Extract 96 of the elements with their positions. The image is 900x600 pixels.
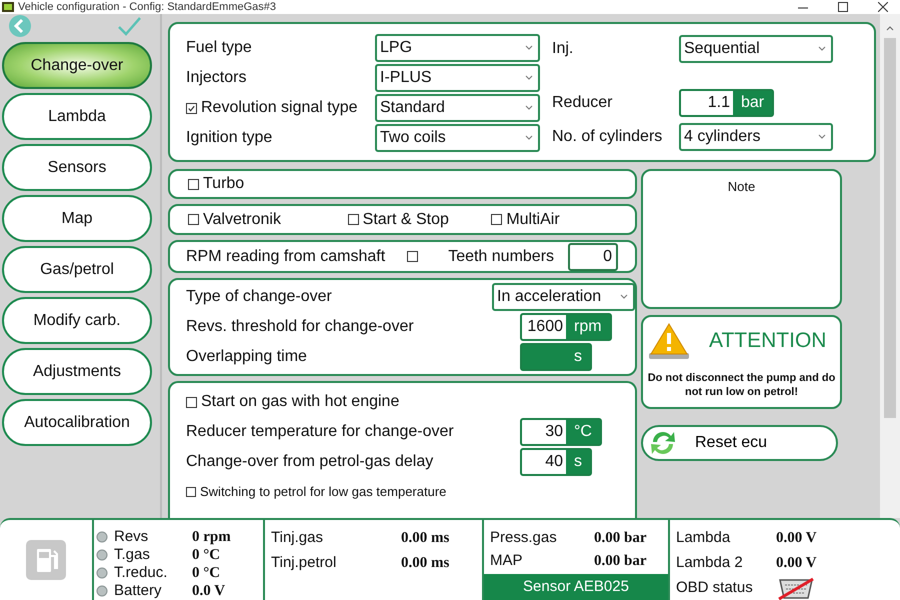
checkbox[interactable] bbox=[188, 178, 199, 190]
status-value: 0.0 V bbox=[192, 582, 226, 600]
number-field[interactable]: 0 bbox=[568, 242, 618, 270]
dropdown[interactable]: LPG bbox=[375, 34, 540, 62]
chevron-down-icon bbox=[817, 134, 827, 140]
reset-button[interactable]: Reset ecu bbox=[641, 425, 838, 461]
status-value: 0 °C bbox=[192, 546, 220, 565]
field-label: No. of cylinders bbox=[552, 127, 664, 147]
status-value: 0 °C bbox=[192, 564, 220, 583]
status-label: T.gas bbox=[114, 544, 151, 565]
field-label: Inj. bbox=[552, 39, 574, 59]
status-value: 0 rpm bbox=[192, 528, 231, 547]
sidebar-tab[interactable]: Map bbox=[2, 195, 152, 242]
chevron-down-icon bbox=[619, 294, 629, 300]
status-led-icon bbox=[96, 585, 108, 597]
dropdown[interactable]: I-PLUS bbox=[375, 64, 540, 92]
chevron-down-icon bbox=[524, 105, 534, 111]
number-field[interactable]: 1.1 bar bbox=[679, 89, 774, 117]
checkbox[interactable] bbox=[186, 487, 196, 497]
status-led-icon bbox=[96, 567, 108, 579]
dropdown[interactable]: In acceleration bbox=[492, 283, 635, 311]
attention-title: ATTENTION bbox=[709, 328, 826, 354]
sidebar-tab[interactable]: Gas/petrol bbox=[2, 246, 152, 293]
field-label: Reducer temperature for change-over bbox=[186, 422, 455, 442]
attention-message: Do not disconnect the pump and do not run low on petrol! bbox=[647, 371, 836, 400]
field-label: Change-over from petrol-gas delay bbox=[186, 452, 434, 472]
note-title: Note bbox=[726, 178, 756, 196]
field-label: Teeth numbers bbox=[448, 246, 554, 266]
field-label: Revs. threshold for change-over bbox=[186, 317, 415, 337]
status-label: OBD status bbox=[676, 578, 754, 598]
field-label: Revolution signal type bbox=[201, 98, 358, 118]
dropdown[interactable]: Two coils bbox=[375, 124, 540, 152]
status-label: Revs bbox=[114, 526, 150, 547]
field-label: Fuel type bbox=[186, 38, 252, 58]
window-title: Vehicle configuration - Config: StandardEmmeGas#3 bbox=[18, 2, 276, 12]
status-led-icon bbox=[96, 531, 108, 543]
dropdown[interactable]: 4 cylinders bbox=[679, 123, 833, 151]
status-value: 0.00 ms bbox=[401, 554, 450, 574]
checkbox[interactable] bbox=[186, 396, 197, 408]
status-value: 0.00 V bbox=[776, 529, 817, 548]
checkbox-label: Turbo bbox=[203, 174, 244, 194]
status-label: Lambda 2 bbox=[676, 553, 744, 574]
number-field[interactable]: 40 s bbox=[520, 448, 592, 476]
scroll-up-icon[interactable] bbox=[885, 24, 895, 32]
checkbox-label: Valvetronik bbox=[203, 210, 281, 230]
status-label: Tinj.petrol bbox=[271, 553, 338, 574]
status-value: 0.00 bar bbox=[594, 528, 646, 548]
app-logo-icon bbox=[2, 2, 14, 12]
maximize-icon[interactable] bbox=[838, 2, 848, 12]
warning-icon bbox=[647, 321, 691, 361]
fuel-pump-icon bbox=[26, 540, 66, 580]
sidebar-tab[interactable]: Sensors bbox=[2, 144, 152, 191]
sidebar-tab[interactable]: Lambda bbox=[2, 93, 152, 140]
checkbox[interactable] bbox=[491, 214, 502, 225]
status-led-icon bbox=[96, 549, 108, 561]
dropdown[interactable]: Standard bbox=[375, 94, 540, 122]
number-field[interactable]: s bbox=[520, 343, 592, 371]
status-value: 0.00 V bbox=[776, 554, 817, 574]
number-field[interactable]: 1600 rpm bbox=[520, 313, 612, 341]
sidebar-tab[interactable]: Modify carb. bbox=[2, 297, 152, 344]
checkbox-label: Switching to petrol for low gas temperature bbox=[200, 483, 446, 502]
chevron-down-icon bbox=[524, 75, 534, 81]
scrollbar[interactable] bbox=[880, 14, 900, 518]
field-label: Reducer bbox=[552, 93, 614, 113]
field-label: Overlapping time bbox=[186, 347, 308, 367]
sensor-label: Sensor AEB025 bbox=[484, 574, 668, 600]
field-label: Type of change-over bbox=[186, 287, 333, 307]
sidebar-tab[interactable]: Change-over bbox=[2, 42, 152, 89]
dropdown[interactable]: Sequential bbox=[679, 35, 833, 63]
status-label: T.reduc. bbox=[114, 562, 168, 583]
field-label: RPM reading from camshaft bbox=[186, 246, 386, 266]
checkmark-icon[interactable] bbox=[117, 16, 141, 36]
status-label: Battery bbox=[114, 580, 163, 600]
field-label: Ignition type bbox=[186, 128, 272, 148]
checkbox[interactable] bbox=[186, 102, 197, 114]
status-label: MAP bbox=[490, 551, 524, 572]
checkbox[interactable] bbox=[348, 214, 359, 225]
close-icon[interactable] bbox=[878, 2, 888, 12]
checkbox[interactable] bbox=[407, 251, 418, 262]
sidebar-tab[interactable]: Autocalibration bbox=[2, 399, 152, 446]
checkbox-label: Start on gas with hot engine bbox=[201, 392, 400, 412]
chevron-down-icon bbox=[524, 45, 534, 51]
number-field[interactable]: 30 °C bbox=[520, 418, 602, 446]
sidebar-tab[interactable]: Adjustments bbox=[2, 348, 152, 395]
obd-disconnected-icon bbox=[776, 576, 816, 600]
status-label: Lambda bbox=[676, 528, 732, 548]
status-label: Tinj.gas bbox=[271, 528, 324, 548]
checkbox-label: MultiAir bbox=[506, 210, 560, 230]
status-value: 0.00 ms bbox=[401, 529, 450, 548]
field-label: Injectors bbox=[186, 68, 246, 88]
status-label: Press.gas bbox=[490, 528, 558, 548]
status-value: 0.00 bar bbox=[594, 552, 646, 572]
checkbox[interactable] bbox=[188, 214, 199, 225]
checkbox-label: Start & Stop bbox=[362, 210, 449, 230]
chevron-down-icon bbox=[524, 135, 534, 141]
chevron-down-icon bbox=[817, 46, 827, 52]
